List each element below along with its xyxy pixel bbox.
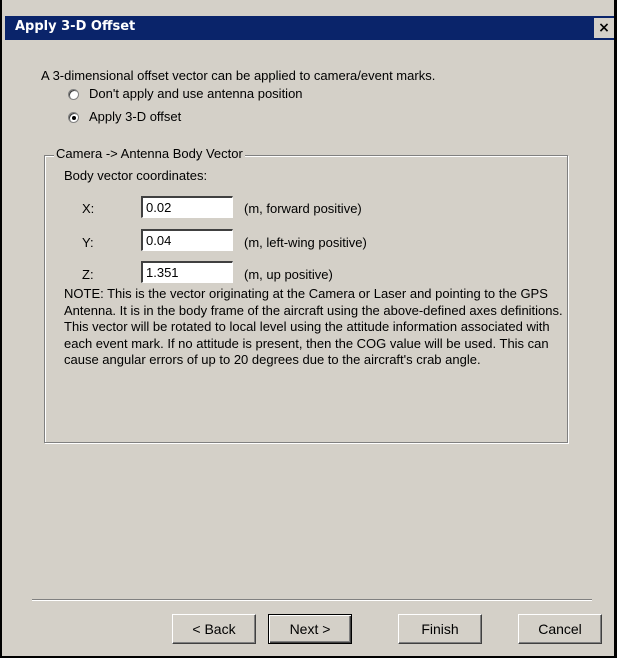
group-subtitle: Body vector coordinates:	[64, 168, 208, 183]
title-bar[interactable]: Apply 3-D Offset ×	[5, 16, 614, 40]
dialog-window: Apply 3-D Offset × A 3-dimensional offse…	[0, 0, 617, 658]
y-label: Y:	[82, 235, 94, 250]
cancel-button[interactable]: Cancel	[518, 614, 602, 644]
intro-text: A 3-dimensional offset vector can be app…	[41, 68, 436, 83]
note-text: NOTE: This is the vector originating at …	[64, 286, 563, 367]
z-field[interactable]: 1.351	[141, 261, 233, 283]
window-title: Apply 3-D Offset	[15, 19, 136, 34]
z-label: Z:	[82, 267, 94, 282]
radio-apply-offset-label[interactable]: Apply 3-D offset	[89, 109, 181, 124]
finish-button[interactable]: Finish	[398, 614, 482, 644]
y-unit: (m, left-wing positive)	[244, 235, 367, 250]
back-button[interactable]: < Back	[172, 614, 256, 644]
close-icon[interactable]: ×	[594, 18, 614, 38]
radio-dont-apply[interactable]	[68, 89, 79, 100]
radio-dont-apply-label[interactable]: Don't apply and use antenna position	[89, 86, 303, 101]
group-legend: Camera -> Antenna Body Vector	[54, 146, 245, 161]
radio-selected-dot	[72, 116, 76, 120]
x-field[interactable]: 0.02	[141, 196, 233, 218]
radio-apply-offset[interactable]	[68, 112, 79, 123]
x-unit: (m, forward positive)	[244, 201, 362, 216]
next-button[interactable]: Next >	[268, 614, 352, 644]
separator	[32, 599, 592, 601]
x-label: X:	[82, 201, 95, 216]
z-unit: (m, up positive)	[244, 267, 333, 282]
y-field[interactable]: 0.04	[141, 229, 233, 251]
